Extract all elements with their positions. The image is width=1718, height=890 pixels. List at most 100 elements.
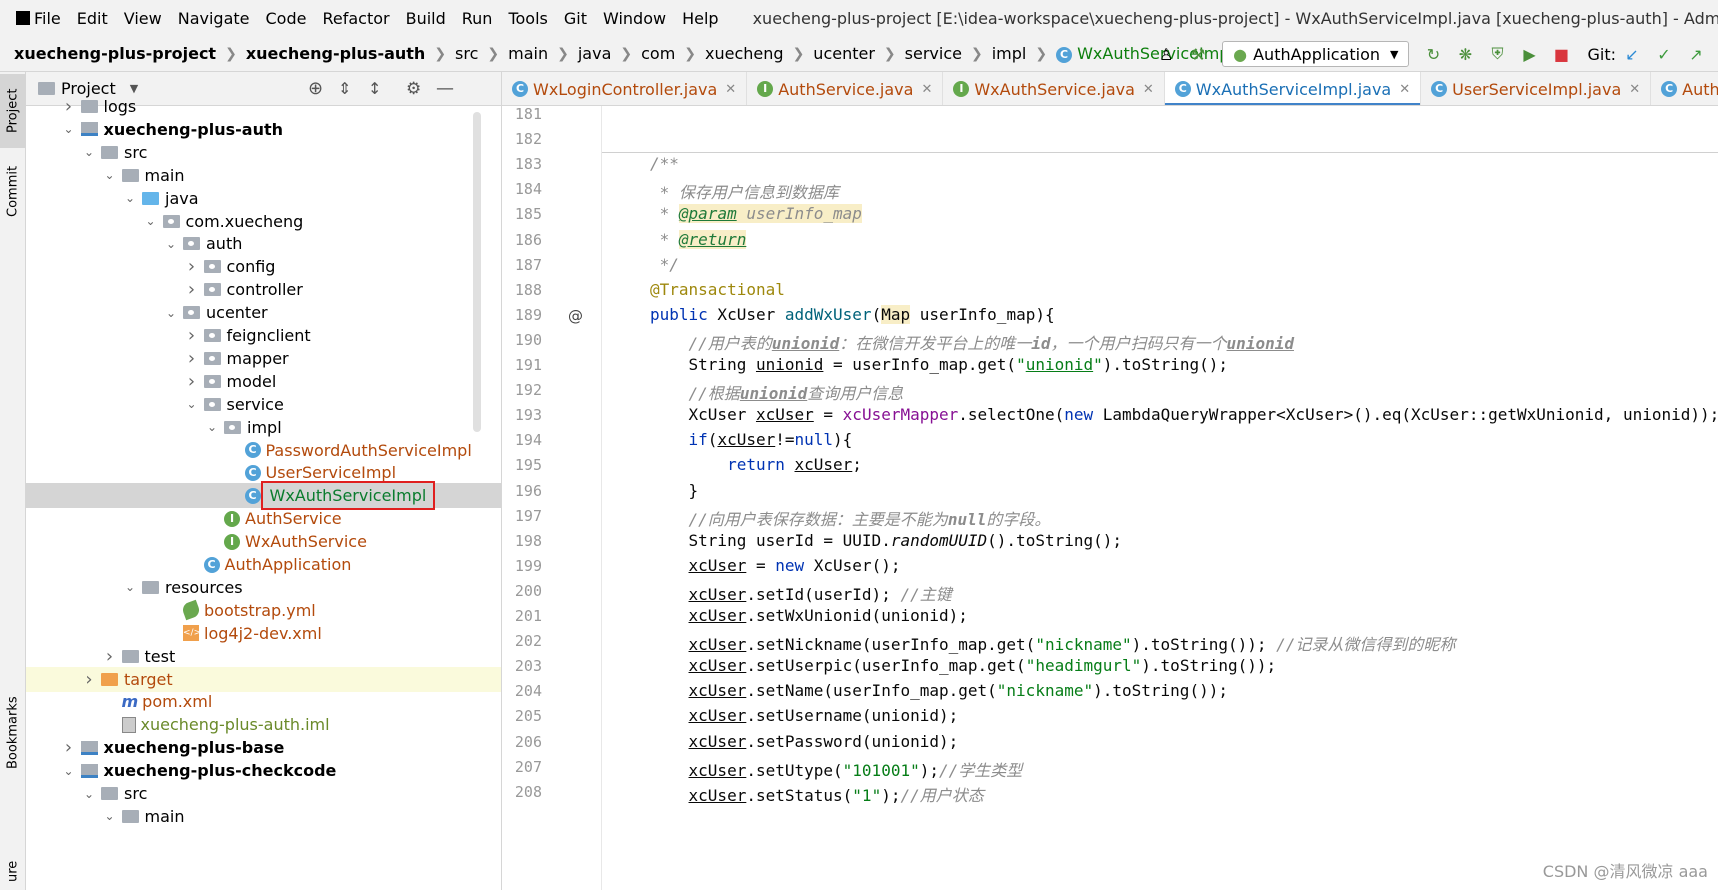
git-update-icon[interactable]: ↙ xyxy=(1622,44,1642,64)
tree-item-wxauthserviceimpl[interactable]: C WxAuthServiceImpl xyxy=(26,481,501,511)
tab-authapplication[interactable]: CAuthApplication xyxy=(1651,72,1718,105)
menu-view[interactable]: View xyxy=(124,9,162,28)
stop-icon[interactable]: ■ xyxy=(1551,44,1571,64)
chevron-down-icon[interactable]: ⌄ xyxy=(81,145,97,159)
menu-run[interactable]: Run xyxy=(462,9,493,28)
rerun-icon[interactable]: ↻ xyxy=(1423,44,1443,64)
breadcrumb-item[interactable]: src xyxy=(455,44,478,63)
menu-git[interactable]: Git xyxy=(564,9,587,28)
chevron-down-icon[interactable]: ⌄ xyxy=(143,214,159,228)
chevron-down-icon[interactable]: ⌄ xyxy=(81,787,97,801)
breadcrumb-item[interactable]: main xyxy=(508,44,548,63)
menu-navigate[interactable]: Navigate xyxy=(178,9,250,28)
chevron-right-icon[interactable]: › xyxy=(184,279,200,300)
breadcrumb-item[interactable]: impl xyxy=(992,44,1027,63)
chevron-down-icon[interactable]: ⌄ xyxy=(184,397,200,411)
tree-item-xuecheng-plus-checkcode[interactable]: ⌄ xuecheng-plus-checkcode xyxy=(26,758,501,783)
chevron-right-icon[interactable]: › xyxy=(184,325,200,346)
chevron-right-icon[interactable]: › xyxy=(81,669,97,690)
tree-scrollbar[interactable] xyxy=(473,112,481,432)
breadcrumb-item[interactable]: ucenter xyxy=(813,44,875,63)
tree-item-test[interactable]: › test xyxy=(26,644,501,669)
coverage-icon[interactable]: ⛨ xyxy=(1487,44,1507,64)
breadcrumb-item[interactable]: service xyxy=(905,44,962,63)
menu-file[interactable]: File xyxy=(34,9,61,28)
tree-item-model[interactable]: › model xyxy=(26,369,501,394)
tree-item-pom-xml[interactable]: m pom.xml xyxy=(26,689,501,714)
menu-build[interactable]: Build xyxy=(406,9,446,28)
tree-item-service[interactable]: ⌄ service xyxy=(26,392,501,417)
chevron-right-icon[interactable]: › xyxy=(184,371,200,392)
tree-item-auth[interactable]: ⌄ auth xyxy=(26,231,501,256)
tree-item-com-xuecheng[interactable]: ⌄ com.xuecheng xyxy=(26,209,501,234)
tree-item-impl[interactable]: ⌄ impl xyxy=(26,415,501,440)
profile-icon[interactable]: ▶ xyxy=(1519,44,1539,64)
menu-refactor[interactable]: Refactor xyxy=(322,9,389,28)
tree-item-xuecheng-plus-base[interactable]: › xuecheng-plus-base xyxy=(26,735,501,760)
chevron-down-icon[interactable]: ⌄ xyxy=(122,580,138,594)
tab-wxauthserviceimpl-java[interactable]: C WxAuthServiceImpl.java ✕ xyxy=(1164,72,1422,105)
tree-item-main[interactable]: ⌄ main xyxy=(26,804,501,829)
menu-tools[interactable]: Tools xyxy=(508,9,547,28)
tab-project-tool[interactable]: Project xyxy=(0,74,26,148)
breadcrumb-item[interactable]: com xyxy=(641,44,675,63)
tree-item-resources[interactable]: ⌄ resources xyxy=(26,575,501,600)
tree-item-authservice[interactable]: I AuthService xyxy=(26,506,501,531)
tree-item-authapplication[interactable]: C AuthApplication xyxy=(26,552,501,577)
tree-item-logs[interactable]: › logs xyxy=(26,94,501,119)
chevron-right-icon[interactable]: › xyxy=(184,256,200,277)
tree-item-xuecheng-plus-auth-iml[interactable]: xuecheng-plus-auth.iml xyxy=(26,712,501,737)
chevron-down-icon[interactable]: ⌄ xyxy=(122,191,138,205)
tab-authservice-java[interactable]: I AuthService.java ✕ xyxy=(747,72,944,105)
tree-item-main[interactable]: ⌄ main xyxy=(26,163,501,188)
chevron-right-icon[interactable]: › xyxy=(61,737,77,758)
user-icon[interactable]: ♙ xyxy=(1156,44,1176,64)
chevron-down-icon[interactable]: ⌄ xyxy=(61,122,77,136)
menu-code[interactable]: Code xyxy=(266,9,307,28)
chevron-right-icon[interactable]: › xyxy=(184,348,200,369)
chevron-down-icon[interactable]: ⌄ xyxy=(102,809,118,823)
close-icon[interactable]: ✕ xyxy=(921,82,932,97)
tree-item-ucenter[interactable]: ⌄ ucenter xyxy=(26,300,501,325)
menu-help[interactable]: Help xyxy=(682,9,718,28)
tree-item-config[interactable]: › config xyxy=(26,254,501,279)
tree-item-xuecheng-plus-auth[interactable]: ⌄ xuecheng-plus-auth xyxy=(26,117,501,142)
chevron-down-icon[interactable]: ⌄ xyxy=(163,237,179,251)
chevron-down-icon[interactable]: ⌄ xyxy=(204,420,220,434)
tree-item-passwordauthserviceimpl[interactable]: C PasswordAuthServiceImpl xyxy=(26,438,501,463)
git-push-icon[interactable]: ↗ xyxy=(1686,44,1706,64)
tree-item-src[interactable]: ⌄ src xyxy=(26,140,501,165)
menu-window[interactable]: Window xyxy=(603,9,666,28)
tree-item-mapper[interactable]: › mapper xyxy=(26,346,501,371)
breadcrumb-item[interactable]: xuecheng xyxy=(705,44,784,63)
close-icon[interactable]: ✕ xyxy=(725,82,736,97)
menu-edit[interactable]: Edit xyxy=(77,9,108,28)
chevron-down-icon[interactable]: ⌄ xyxy=(61,764,77,778)
tree-item-userserviceimpl[interactable]: C UserServiceImpl xyxy=(26,460,501,485)
tree-item-java[interactable]: ⌄ java xyxy=(26,186,501,211)
run-config-select[interactable]: ● AuthApplication ▼ xyxy=(1222,41,1410,67)
tree-item-feignclient[interactable]: › feignclient xyxy=(26,323,501,348)
breadcrumb-item[interactable]: java xyxy=(578,44,612,63)
tab-structure-tool[interactable]: ure xyxy=(0,852,26,890)
build-hammer-icon[interactable]: ⚒ xyxy=(1188,44,1208,64)
chevron-down-icon[interactable]: ⌄ xyxy=(102,168,118,182)
tree-item-wxauthservice[interactable]: I WxAuthService xyxy=(26,529,501,554)
chevron-down-icon[interactable]: ⌄ xyxy=(163,306,179,320)
breadcrumb-item[interactable]: xuecheng-plus-project xyxy=(14,44,216,63)
tree-item-src[interactable]: ⌄ src xyxy=(26,781,501,806)
override-marker-icon[interactable]: @ xyxy=(568,307,583,325)
close-icon[interactable]: ✕ xyxy=(1399,82,1410,97)
tab-wxauthservice-java[interactable]: I WxAuthService.java ✕ xyxy=(943,72,1165,105)
tree-item-bootstrap-yml[interactable]: bootstrap.yml xyxy=(26,598,501,623)
breadcrumb-item[interactable]: xuecheng-plus-auth xyxy=(246,44,426,63)
git-commit-icon[interactable]: ✓ xyxy=(1654,44,1674,64)
tab-userserviceimpl-java[interactable]: C UserServiceImpl.java ✕ xyxy=(1421,72,1652,105)
tab-bookmarks-tool[interactable]: Bookmarks xyxy=(0,688,26,778)
chevron-right-icon[interactable]: › xyxy=(61,96,77,117)
tree-item-target[interactable]: › target xyxy=(26,666,501,692)
tree-item-controller[interactable]: › controller xyxy=(26,277,501,302)
close-icon[interactable]: ✕ xyxy=(1629,82,1640,97)
tab-commit-tool[interactable]: Commit xyxy=(0,154,26,228)
code-editor[interactable]: 181 182 183 184 185 186 187 188 189 190 191 192 193 1… xyxy=(502,106,1718,890)
